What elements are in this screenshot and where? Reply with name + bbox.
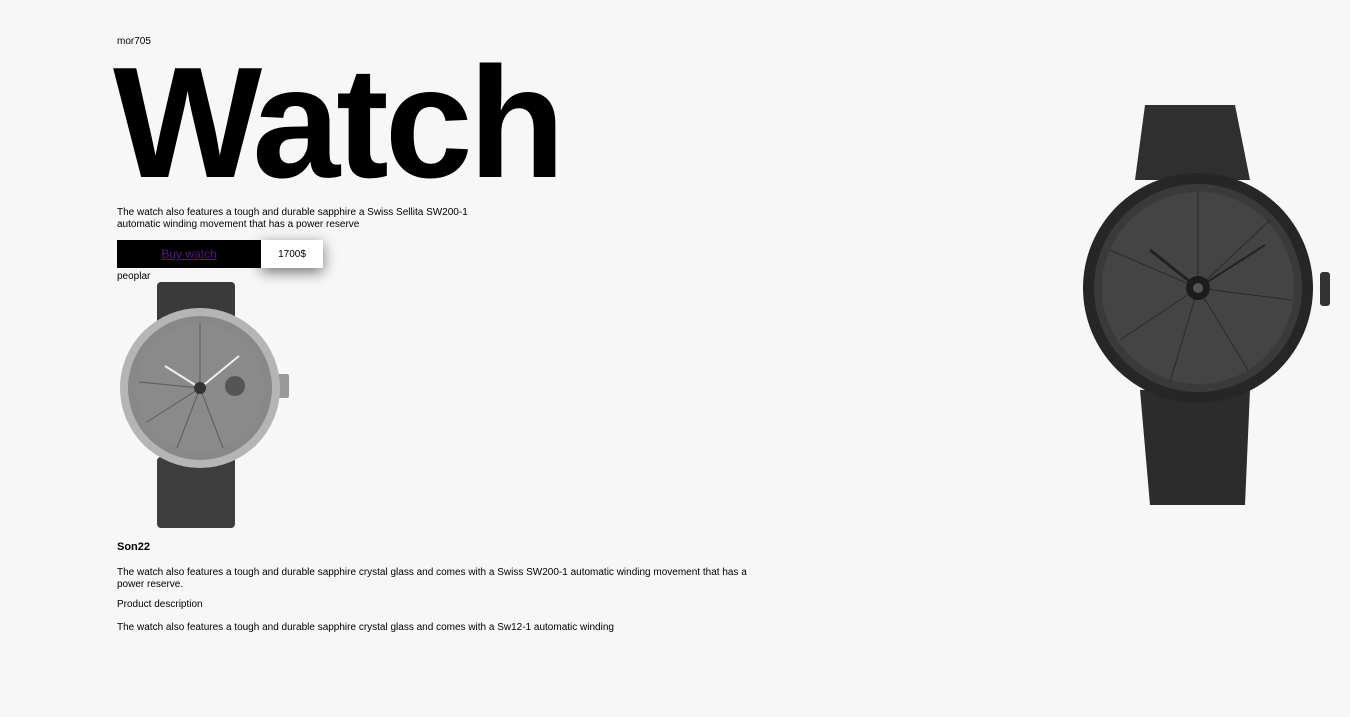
price-badge: 1700$ bbox=[261, 240, 323, 268]
hero-watch-image bbox=[1083, 105, 1330, 505]
buy-watch-link[interactable]: Buy watch bbox=[161, 247, 216, 261]
hero-description: The watch also features a tough and dura… bbox=[117, 207, 468, 230]
product-name: Son22 bbox=[117, 541, 151, 553]
product-description-text: The watch also features a tough and dura… bbox=[117, 622, 614, 633]
page-title: Watch bbox=[113, 35, 565, 211]
product-description-label: Product description bbox=[117, 599, 203, 610]
product-text: The watch also features a tough and dura… bbox=[117, 567, 747, 590]
son22-watch-image[interactable] bbox=[117, 282, 292, 528]
buy-watch-button[interactable]: Buy watch bbox=[117, 240, 261, 268]
